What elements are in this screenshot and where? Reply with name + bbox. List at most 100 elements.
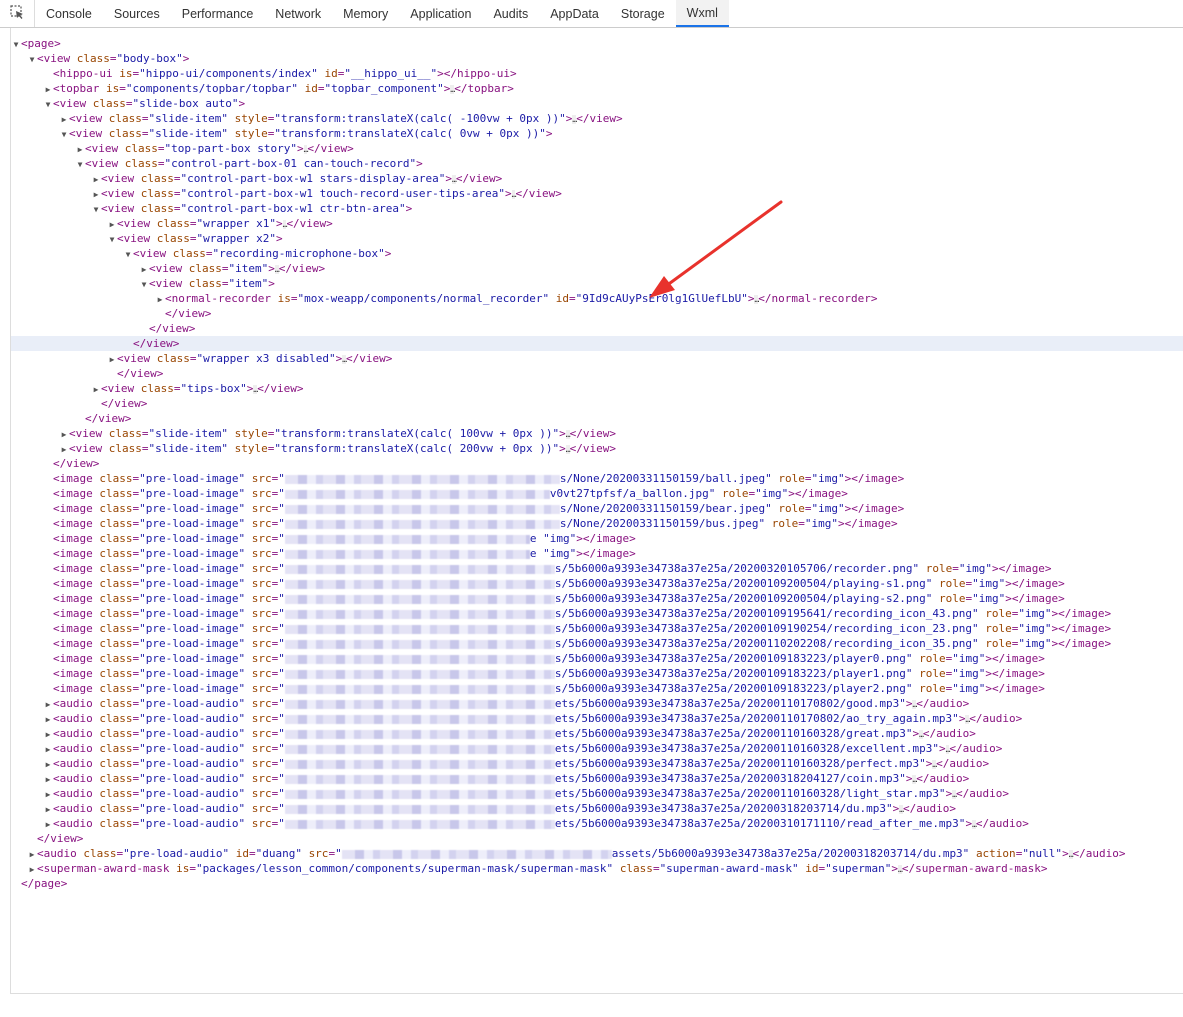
wxml-node-line[interactable]: ▶ <audio class="pre-load-audio" src=" ets/… [11,786,1183,801]
wxml-node-line[interactable]: ▼ <view class="slide-box auto"> [11,96,1183,111]
wxml-node-line[interactable]: ▶ <view class="tips-box">…</view> [11,381,1183,396]
wxml-node-line[interactable]: </view> [11,306,1183,321]
collapsed-triangle-icon[interactable]: ▶ [43,787,53,802]
wxml-node-line[interactable]: ▶ <audio class="pre-load-audio" src=" ets/… [11,756,1183,771]
wxml-node-line[interactable]: ▶ <audio class="pre-load-audio" src=" ets/… [11,741,1183,756]
collapsed-triangle-icon[interactable]: ▶ [43,727,53,742]
wxml-node-line[interactable]: ▶ <view class="control-part-box-w1 touch-… [11,186,1183,201]
wxml-node-line[interactable]: ▼ <view class="control-part-box-01 can-to… [11,156,1183,171]
collapsed-triangle-icon[interactable]: ▶ [27,847,37,862]
collapsed-triangle-icon[interactable]: ▶ [43,772,53,787]
tab-wxml[interactable]: Wxml [675,0,729,27]
tab-storage[interactable]: Storage [610,0,676,27]
tab-application[interactable]: Application [399,0,482,27]
wxml-node-line[interactable]: ▶ <audio class="pre-load-audio" src=" ets/… [11,771,1183,786]
wxml-node-line[interactable]: </view> [11,366,1183,381]
wxml-node-line[interactable]: </page> [11,876,1183,891]
wxml-node-line[interactable]: ▶ <audio class="pre-load-audio" src=" ets/… [11,816,1183,831]
wxml-node-line[interactable]: </view> [11,336,1183,351]
tab-network[interactable]: Network [264,0,332,27]
wxml-node-line[interactable]: </view> [11,411,1183,426]
wxml-node-line[interactable]: ▼ <view class="body-box"> [11,51,1183,66]
wxml-node-line[interactable]: ▼ <view class="control-part-box-w1 ctr-bt… [11,201,1183,216]
collapsed-triangle-icon[interactable]: ▶ [155,292,165,307]
expanded-triangle-icon[interactable]: ▼ [91,202,101,217]
tab-appdata[interactable]: AppData [539,0,610,27]
collapsed-triangle-icon[interactable]: ▶ [107,352,117,367]
collapsed-triangle-icon[interactable]: ▶ [43,697,53,712]
wxml-node-line[interactable]: ▶ <view class="item">…</view> [11,261,1183,276]
tab-console[interactable]: Console [35,0,103,27]
expanded-triangle-icon[interactable]: ▼ [11,37,21,52]
wxml-node-line[interactable]: </view> [11,321,1183,336]
wxml-node-line[interactable]: <image class="pre-load-image" src=" s/5b6… [11,561,1183,576]
expanded-triangle-icon[interactable]: ▼ [107,232,117,247]
tab-performance[interactable]: Performance [171,0,265,27]
expanded-triangle-icon[interactable]: ▼ [139,277,149,292]
collapsed-triangle-icon[interactable]: ▶ [75,142,85,157]
wxml-node-line[interactable]: ▼ <page> [11,36,1183,51]
wxml-node-line[interactable]: <hippo-ui is="hippo-ui/components/index"… [11,66,1183,81]
wxml-node-line[interactable]: <image class="pre-load-image" src=" s/5b6… [11,651,1183,666]
wxml-node-line[interactable]: ▼ <view class="item"> [11,276,1183,291]
tab-audits[interactable]: Audits [482,0,539,27]
wxml-node-line[interactable]: </view> [11,456,1183,471]
collapsed-triangle-icon[interactable]: ▶ [43,712,53,727]
collapsed-triangle-icon[interactable]: ▶ [43,802,53,817]
wxml-node-line[interactable]: ▶ <audio class="pre-load-audio" src=" ets/… [11,726,1183,741]
wxml-node-line[interactable]: ▼ <view class="wrapper x2"> [11,231,1183,246]
collapsed-triangle-icon[interactable]: ▶ [91,172,101,187]
collapsed-triangle-icon[interactable]: ▶ [43,757,53,772]
wxml-node-line[interactable]: ▼ <view class="recording-microphone-box"> [11,246,1183,261]
wxml-node-line[interactable]: <image class="pre-load-image" src=" s/Non… [11,501,1183,516]
tab-sources[interactable]: Sources [103,0,171,27]
wxml-node-line[interactable]: ▼ <view class="slide-item" style="transfo… [11,126,1183,141]
wxml-node-line[interactable]: ▶ <view class="slide-item" style="transfo… [11,426,1183,441]
wxml-node-line[interactable]: <image class="pre-load-image" src=" s/5b6… [11,591,1183,606]
wxml-node-line[interactable]: ▶ <topbar is="components/topbar/topbar" i… [11,81,1183,96]
collapsed-triangle-icon[interactable]: ▶ [59,427,69,442]
collapsed-triangle-icon[interactable]: ▶ [43,742,53,757]
wxml-node-line[interactable]: ▶ <view class="slide-item" style="transfo… [11,111,1183,126]
collapsed-triangle-icon[interactable]: ▶ [59,112,69,127]
wxml-node-line[interactable]: <image class="pre-load-image" src=" s/Non… [11,471,1183,486]
collapsed-triangle-icon[interactable]: ▶ [43,817,53,832]
wxml-node-line[interactable]: ▶ <audio class="pre-load-audio" src=" ets/… [11,711,1183,726]
expanded-triangle-icon[interactable]: ▼ [43,97,53,112]
wxml-node-line[interactable]: ▶ <normal-recorder is = "mox-weapp/componen… [11,291,1183,306]
wxml-node-line[interactable]: <image class="pre-load-image" src=" s/5b6… [11,606,1183,621]
expanded-triangle-icon[interactable]: ▼ [75,157,85,172]
wxml-node-line[interactable]: ▶ <view class="control-part-box-w1 stars-… [11,171,1183,186]
tab-memory[interactable]: Memory [332,0,399,27]
collapsed-triangle-icon[interactable]: ▶ [139,262,149,277]
collapsed-triangle-icon[interactable]: ▶ [59,442,69,457]
collapsed-triangle-icon[interactable]: ▶ [91,382,101,397]
wxml-node-line[interactable]: ▶ <view class="top-part-box story">…</vie… [11,141,1183,156]
wxml-node-line[interactable]: ▶ <view class="wrapper x1">…</view> [11,216,1183,231]
wxml-node-line[interactable]: <image class="pre-load-image" src=" s/5b6… [11,621,1183,636]
wxml-node-line[interactable]: ▶ <audio class="pre-load-audio" src=" ets/… [11,801,1183,816]
wxml-node-line[interactable]: <image class="pre-load-image" src=" s/5b6… [11,576,1183,591]
wxml-node-line[interactable]: <image class="pre-load-image" src=" s/5b6… [11,636,1183,651]
wxml-node-line[interactable]: ▶ <view class="wrapper x3 disabled">…</vi… [11,351,1183,366]
expanded-triangle-icon[interactable]: ▼ [59,127,69,142]
collapsed-triangle-icon[interactable]: ▶ [91,187,101,202]
wxml-node-line[interactable]: </view> [11,831,1183,846]
wxml-node-line[interactable]: <image class="pre-load-image" src=" e "im… [11,546,1183,561]
collapsed-triangle-icon[interactable]: ▶ [43,82,53,97]
expanded-triangle-icon[interactable]: ▼ [123,247,133,262]
collapsed-triangle-icon[interactable]: ▶ [107,217,117,232]
wxml-node-line[interactable]: ▶ <superman-award-mask is="packages/lesso… [11,861,1183,876]
wxml-node-line[interactable]: ▶ <view class="slide-item" style="transfo… [11,441,1183,456]
collapsed-triangle-icon[interactable]: ▶ [27,862,37,877]
inspect-element-button[interactable] [0,0,35,27]
wxml-node-line[interactable]: <image class="pre-load-image" src=" s/5b6… [11,666,1183,681]
wxml-node-line[interactable]: <image class="pre-load-image" src=" s/Non… [11,516,1183,531]
wxml-node-line[interactable]: ▶ <audio class="pre-load-audio" src=" ets/… [11,696,1183,711]
expanded-triangle-icon[interactable]: ▼ [27,52,37,67]
wxml-node-line[interactable]: <image class="pre-load-image" src=" s/5b6… [11,681,1183,696]
wxml-node-line[interactable]: <image class="pre-load-image" src=" v0vt2… [11,486,1183,501]
wxml-node-line[interactable]: </view> [11,396,1183,411]
wxml-node-line[interactable]: <image class="pre-load-image" src=" e "im… [11,531,1183,546]
wxml-node-line[interactable]: ▶ <audio class="pre-load-audio" id="duang… [11,846,1183,861]
